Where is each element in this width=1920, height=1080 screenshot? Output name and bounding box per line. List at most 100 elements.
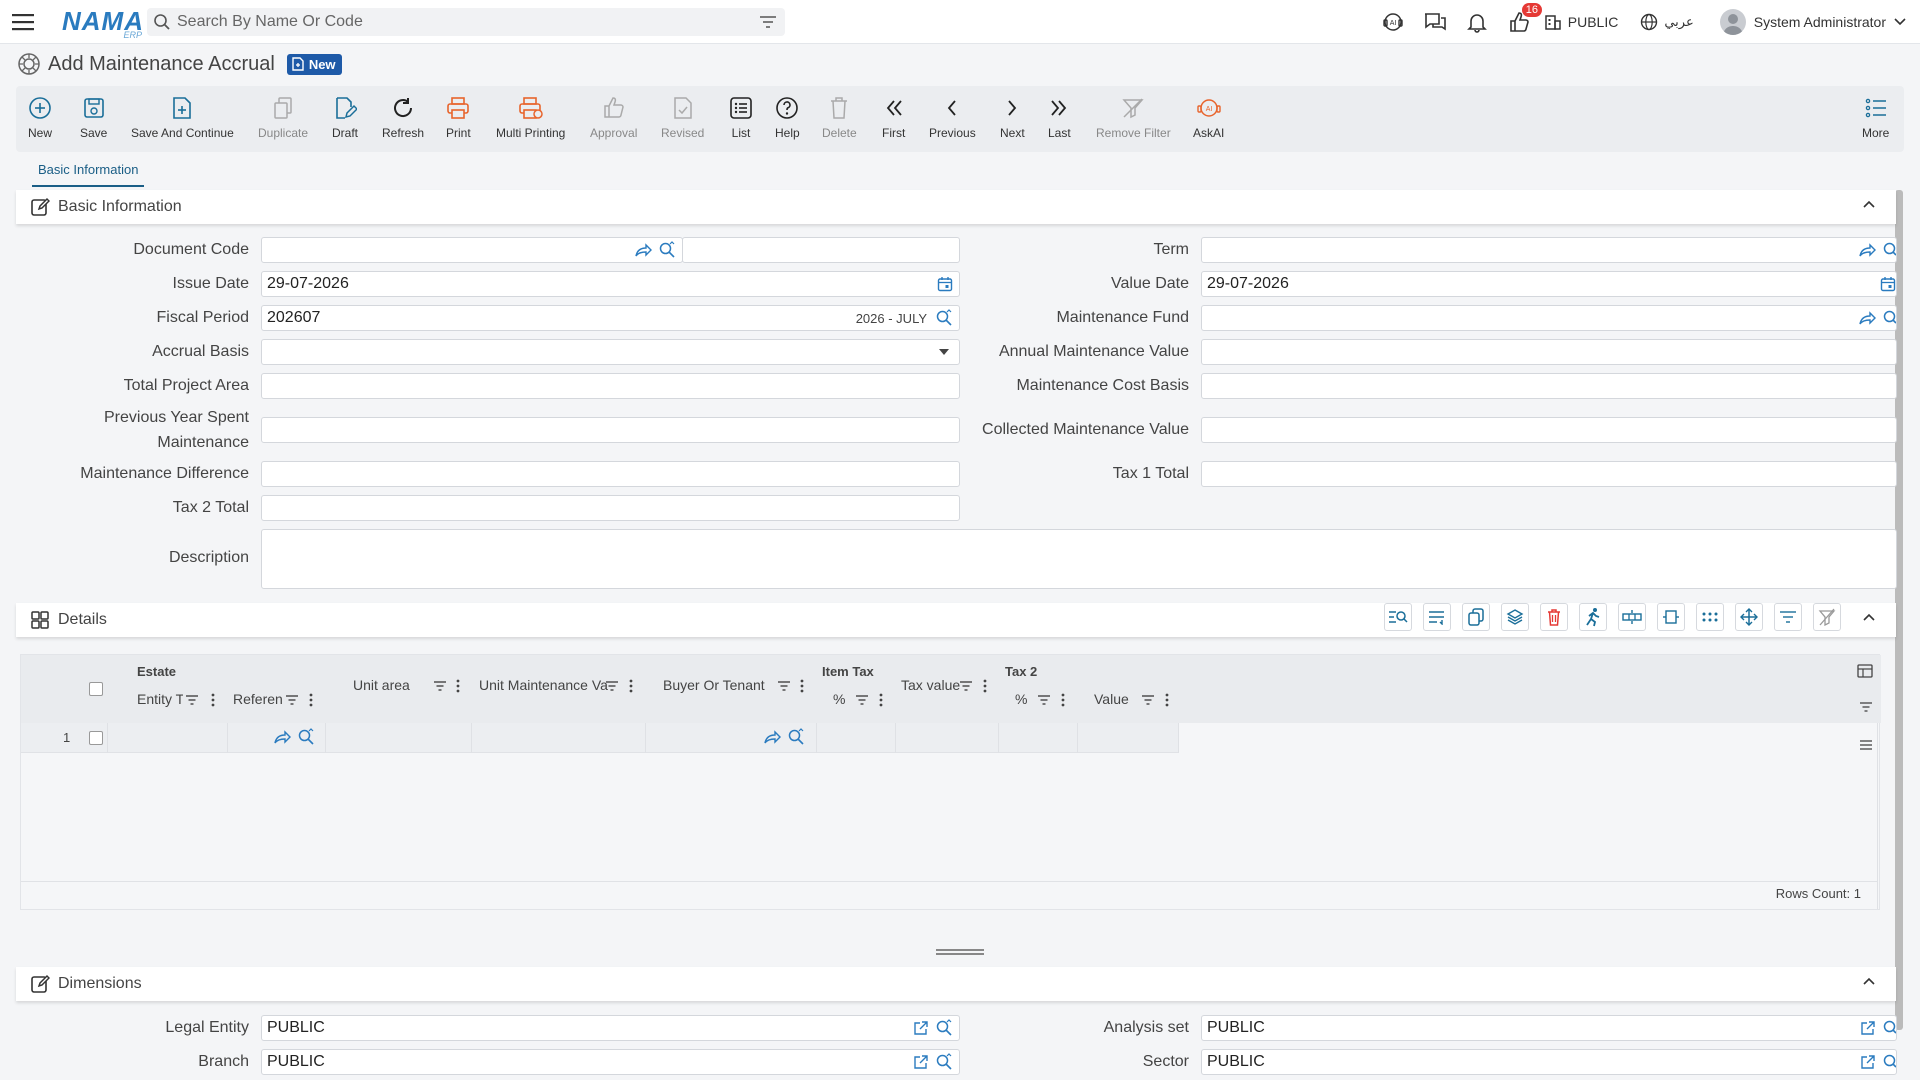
last-button[interactable]: Last xyxy=(1048,94,1071,140)
revised-button[interactable]: Revised xyxy=(661,94,704,140)
open-link-icon[interactable] xyxy=(1858,242,1876,258)
table-row[interactable]: 1 xyxy=(21,723,1179,753)
annual-maintenance-value-field[interactable] xyxy=(1201,339,1897,365)
column-filter-icon[interactable] xyxy=(1037,694,1051,706)
grid-dots-button[interactable] xyxy=(1696,603,1724,631)
more-button[interactable]: More xyxy=(1862,94,1889,140)
search-lookup-icon[interactable] xyxy=(297,728,315,746)
delete-button[interactable]: Delete xyxy=(822,94,857,140)
grid-search-button[interactable] xyxy=(1384,603,1412,631)
col-entity-type[interactable]: Entity Ty xyxy=(137,691,183,707)
search-lookup-icon[interactable] xyxy=(787,728,805,746)
accrual-basis-select[interactable] xyxy=(261,339,960,365)
external-link-icon[interactable] xyxy=(1860,1020,1876,1036)
document-code-field[interactable] xyxy=(261,237,683,263)
collapse-chevron-icon[interactable] xyxy=(1862,199,1876,209)
search-lookup-icon[interactable] xyxy=(935,1053,953,1071)
column-menu-icon[interactable] xyxy=(1061,693,1065,707)
col-tax2-percent[interactable]: % xyxy=(1015,691,1027,707)
remove-filter-button[interactable]: Remove Filter xyxy=(1096,94,1171,140)
search-lookup-icon[interactable] xyxy=(658,241,676,259)
grid-copy-button[interactable] xyxy=(1462,603,1490,631)
first-button[interactable]: First xyxy=(882,94,905,140)
grid-move-button[interactable] xyxy=(1735,603,1763,631)
column-menu-icon[interactable] xyxy=(211,693,215,707)
multi-printing-button[interactable]: Multi Printing xyxy=(496,94,565,140)
save-button[interactable]: Save xyxy=(80,94,107,140)
search-lookup-icon[interactable] xyxy=(1882,1053,1896,1071)
value-date-field[interactable]: 29-07-2026 xyxy=(1201,271,1897,297)
open-link-icon[interactable] xyxy=(763,729,781,745)
grid-fit-columns-button[interactable] xyxy=(1657,603,1685,631)
maintenance-cost-basis-field[interactable] xyxy=(1201,373,1897,399)
tab-basic-information[interactable]: Basic Information xyxy=(32,162,145,187)
column-filter-icon[interactable] xyxy=(185,694,199,706)
search-lookup-icon[interactable] xyxy=(935,1019,953,1037)
issue-date-field[interactable]: 29-07-2026 xyxy=(261,271,960,297)
search-lookup-icon[interactable] xyxy=(935,309,953,327)
column-filter-icon[interactable] xyxy=(433,680,447,692)
duplicate-button[interactable]: Duplicate xyxy=(258,94,308,140)
collapse-chevron-icon[interactable] xyxy=(1862,612,1876,622)
col-tax2-value[interactable]: Value xyxy=(1094,691,1129,707)
column-filter-icon[interactable] xyxy=(959,680,973,692)
column-filter-icon[interactable] xyxy=(1141,694,1155,706)
branch-field[interactable]: PUBLIC xyxy=(261,1049,960,1075)
legal-entity-field[interactable]: PUBLIC xyxy=(261,1015,960,1041)
column-filter-icon[interactable] xyxy=(777,680,791,692)
term-field[interactable] xyxy=(1201,237,1897,263)
column-menu-icon[interactable] xyxy=(800,679,804,693)
column-menu-icon[interactable] xyxy=(983,679,987,693)
next-button[interactable]: Next xyxy=(1000,94,1025,140)
tax1-total-field[interactable] xyxy=(1201,461,1897,487)
menu-icon[interactable] xyxy=(12,13,36,31)
nama-logo[interactable]: NAMA ERP xyxy=(62,4,143,40)
help-button[interactable]: Help xyxy=(775,94,800,140)
maintenance-difference-field[interactable] xyxy=(261,461,960,487)
print-button[interactable]: Print xyxy=(446,94,471,140)
column-menu-icon[interactable] xyxy=(629,679,633,693)
filter-icon[interactable] xyxy=(759,15,777,29)
select-all-checkbox[interactable] xyxy=(89,682,103,696)
side-filter-icon[interactable] xyxy=(1859,701,1873,713)
column-menu-icon[interactable] xyxy=(309,693,313,707)
col-item-tax-percent[interactable]: % xyxy=(833,691,845,707)
collected-maintenance-value-field[interactable] xyxy=(1201,417,1897,443)
column-menu-icon[interactable] xyxy=(879,693,883,707)
search-lookup-icon[interactable] xyxy=(1882,309,1896,327)
grid-delete-button[interactable] xyxy=(1540,603,1568,631)
column-menu-icon[interactable] xyxy=(456,679,460,693)
collapse-chevron-icon[interactable] xyxy=(1862,976,1876,986)
grid-layers-button[interactable] xyxy=(1501,603,1529,631)
grid-run-button[interactable] xyxy=(1579,603,1607,631)
calendar-icon[interactable] xyxy=(937,276,953,292)
grid-add-rows-button[interactable] xyxy=(1423,603,1451,631)
tax2-total-field[interactable] xyxy=(261,495,960,521)
maintenance-fund-field[interactable] xyxy=(1201,305,1897,331)
col-unit-area[interactable]: Unit area xyxy=(353,677,410,693)
save-and-continue-button[interactable]: Save And Continue xyxy=(131,94,234,140)
open-link-icon[interactable] xyxy=(273,729,291,745)
refresh-button[interactable]: Refresh xyxy=(382,94,424,140)
grid-insert-row-button[interactable] xyxy=(1618,603,1646,631)
grid-remove-filter-button[interactable] xyxy=(1813,603,1841,631)
col-reference[interactable]: Referen xyxy=(233,691,287,707)
previous-button[interactable]: Previous xyxy=(929,94,976,140)
sector-field[interactable]: PUBLIC xyxy=(1201,1049,1897,1075)
askai-button[interactable]: AI AskAI xyxy=(1193,94,1224,140)
external-link-icon[interactable] xyxy=(913,1020,929,1036)
document-code-name-field[interactable] xyxy=(682,237,960,263)
language-switch[interactable]: عربي xyxy=(1640,13,1694,31)
open-link-icon[interactable] xyxy=(634,242,652,258)
new-button[interactable]: New xyxy=(28,94,52,140)
analysis-set-field[interactable]: PUBLIC xyxy=(1201,1015,1897,1041)
total-project-area-field[interactable] xyxy=(261,373,960,399)
grid-filter-button[interactable] xyxy=(1774,603,1802,631)
col-buyer-or-tenant[interactable]: Buyer Or Tenant xyxy=(663,677,765,693)
approvals-icon[interactable]: 16 xyxy=(1498,3,1543,33)
external-link-icon[interactable] xyxy=(913,1054,929,1070)
panel-resize-handle[interactable] xyxy=(936,949,984,955)
external-link-icon[interactable] xyxy=(1860,1054,1876,1070)
calendar-icon[interactable] xyxy=(1880,276,1896,292)
column-filter-icon[interactable] xyxy=(855,694,869,706)
